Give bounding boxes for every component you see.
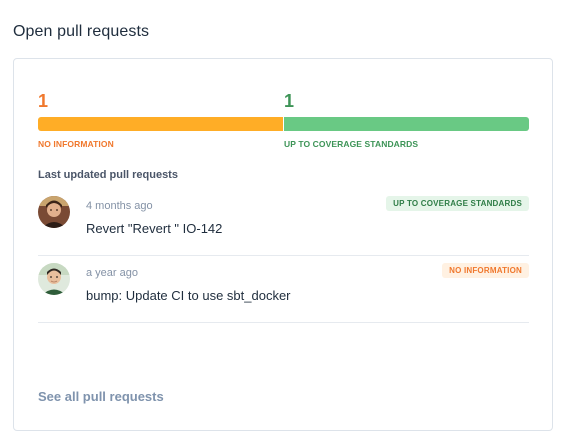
page: Open pull requests 1 1 NO INFORMATION UP…: [0, 0, 569, 443]
user-avatar-icon: [38, 196, 70, 228]
up-to-standards-bar-segment[interactable]: [283, 117, 529, 131]
pull-requests-card: 1 1 NO INFORMATION UP TO COVERAGE STANDA…: [13, 58, 553, 431]
no-information-count: 1: [38, 91, 49, 111]
pull-request-item[interactable]: 4 months ago Revert "Revert " IO-142 UP …: [38, 189, 529, 256]
coverage-bar: [38, 117, 529, 131]
status-badge: UP TO COVERAGE STANDARDS: [386, 196, 529, 211]
coverage-counts: 1 1: [38, 91, 529, 113]
pull-request-title[interactable]: Revert "Revert " IO-142: [86, 221, 222, 236]
pull-request-item[interactable]: a year ago bump: Update CI to use sbt_do…: [38, 256, 529, 323]
status-badge: NO INFORMATION: [442, 263, 529, 278]
section-title: Open pull requests: [13, 23, 150, 40]
up-to-standards-label: UP TO COVERAGE STANDARDS: [284, 139, 419, 149]
no-information-label: NO INFORMATION: [38, 139, 114, 149]
pull-request-title[interactable]: bump: Update CI to use sbt_docker: [86, 288, 291, 303]
no-information-bar-segment[interactable]: [38, 117, 283, 131]
see-all-pull-requests-link[interactable]: See all pull requests: [38, 389, 164, 404]
coverage-summary: 1 1 NO INFORMATION UP TO COVERAGE STANDA…: [38, 91, 529, 153]
coverage-labels: NO INFORMATION UP TO COVERAGE STANDARDS: [38, 139, 529, 153]
pull-request-list: 4 months ago Revert "Revert " IO-142 UP …: [38, 189, 529, 323]
up-to-standards-count: 1: [284, 91, 295, 111]
pull-request-time: 4 months ago: [86, 200, 153, 212]
list-title: Last updated pull requests: [38, 169, 178, 181]
user-avatar-icon: [38, 263, 70, 295]
pull-request-time: a year ago: [86, 267, 138, 279]
